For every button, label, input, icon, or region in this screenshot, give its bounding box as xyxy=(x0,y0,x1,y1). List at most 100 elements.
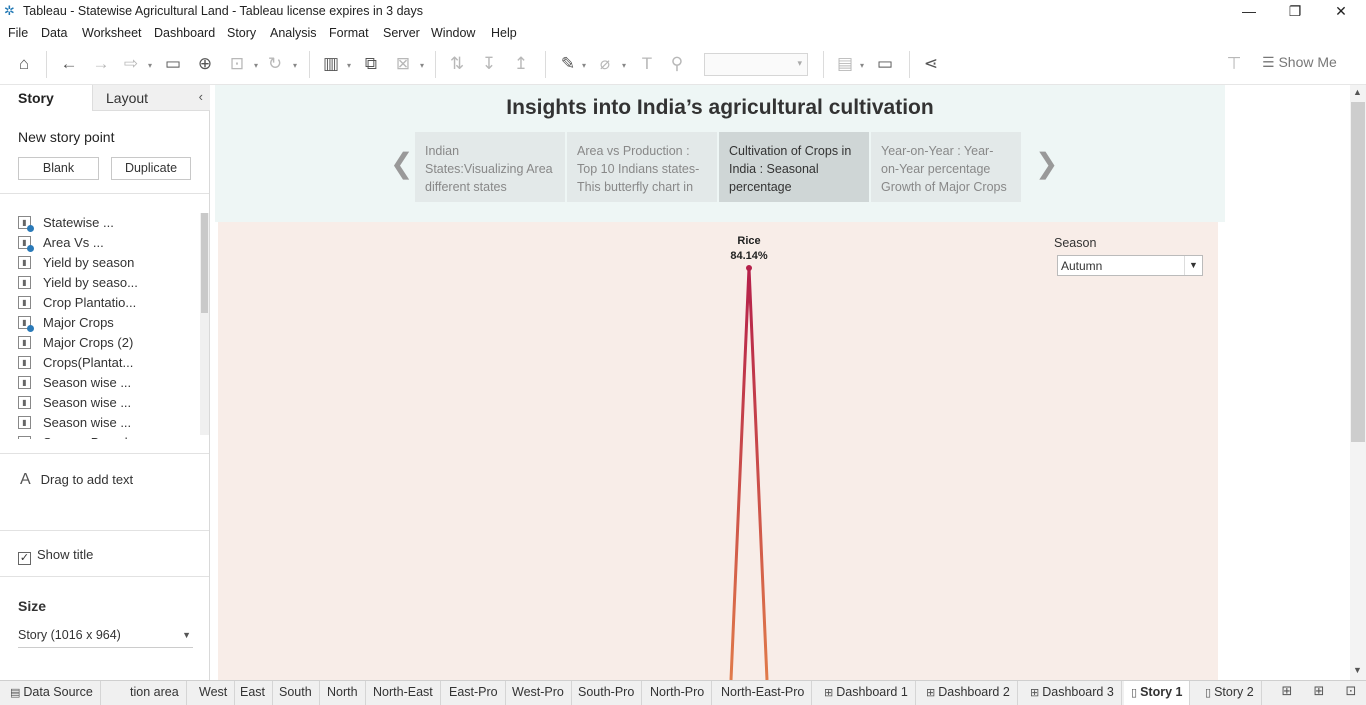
sheet-list-item[interactable]: ▮ Season Based ... xyxy=(18,433,198,439)
show-me-button[interactable]: ☰ Show Me xyxy=(1262,54,1337,71)
sheet-tab[interactable]: North-Pro xyxy=(643,681,713,705)
tab-story[interactable]: Story xyxy=(0,85,92,111)
previous-point-icon[interactable]: ❮ xyxy=(390,147,413,180)
duplicate-button[interactable]: Duplicate xyxy=(111,157,191,180)
sheet-list-scrollbar[interactable] xyxy=(200,213,209,435)
sheet-tab-label: South-Pro xyxy=(578,685,635,699)
menu-format[interactable]: Format xyxy=(329,26,369,40)
story-point-4[interactable]: Year-on-Year : Year-on-Year percentage G… xyxy=(871,132,1021,202)
undo-icon[interactable]: ← xyxy=(58,53,80,75)
sheet-tab[interactable]: East xyxy=(233,681,274,705)
sheet-tab[interactable]: East-Pro xyxy=(442,681,506,705)
fit-select[interactable] xyxy=(704,53,808,76)
menu-data[interactable]: Data xyxy=(41,26,67,40)
new-dashboard-tab-icon[interactable]: ⊞ xyxy=(1308,683,1330,703)
save-icon[interactable]: ▭ xyxy=(162,53,184,75)
new-data-source-icon[interactable]: ⊕ xyxy=(194,53,216,75)
show-mark-labels-icon[interactable]: T xyxy=(636,53,658,75)
size-value: Story (1016 x 964) xyxy=(18,628,121,642)
minimize-button[interactable]: — xyxy=(1226,0,1272,23)
sheet-list-item[interactable]: ▮ Crop Plantatio... xyxy=(18,293,198,313)
new-worksheet-icon[interactable]: ▥ xyxy=(320,53,342,75)
story-point-1[interactable]: Indian States:Visualizing Area different… xyxy=(415,132,565,202)
restore-button[interactable]: ❐ xyxy=(1272,0,1318,23)
sheet-tab[interactable]: ▯ Story 1 xyxy=(1124,681,1191,705)
sheet-list-item[interactable]: ▮ Major Crops (2) xyxy=(18,333,198,353)
presentation-mode-icon[interactable]: ▭ xyxy=(874,53,896,75)
sheet-tab[interactable]: West-Pro xyxy=(505,681,572,705)
sheet-tab[interactable]: North xyxy=(320,681,366,705)
menu-analysis[interactable]: Analysis xyxy=(270,26,317,40)
sheet-tab-label: North-East xyxy=(373,685,433,699)
drag-to-add-text[interactable]: A Drag to add text xyxy=(20,471,133,489)
story-point-3[interactable]: Cultivation of Crops in India : Seasonal… xyxy=(719,132,869,202)
story-icon: ▯ xyxy=(1131,687,1138,699)
close-button[interactable]: ✕ xyxy=(1318,0,1364,23)
scroll-thumb[interactable] xyxy=(1351,102,1365,442)
scroll-up-icon[interactable]: ▲ xyxy=(1353,87,1362,97)
sheet-list-item[interactable]: ▮ Season wise ... xyxy=(18,393,198,413)
share-icon[interactable]: ⋖ xyxy=(920,53,942,75)
menu-story[interactable]: Story xyxy=(227,26,256,40)
show-title-checkbox[interactable]: ✓ Show title xyxy=(18,547,93,565)
highlight-icon[interactable]: ✎ xyxy=(557,53,579,75)
menu-server[interactable]: Server xyxy=(383,26,420,40)
menu-window[interactable]: Window xyxy=(431,26,475,40)
sheet-list-item[interactable]: ▮ Season wise ... xyxy=(18,413,198,433)
sheet-tab[interactable]: South xyxy=(272,681,320,705)
sheet-list-item[interactable]: ▮ Crops(Plantat... xyxy=(18,353,198,373)
sheet-tab[interactable]: ▯ Story 2 xyxy=(1198,681,1262,705)
sheet-label: Yield by season xyxy=(43,255,135,270)
main-scrollbar[interactable]: ▲ ▼ xyxy=(1350,85,1366,680)
pause-updates-icon[interactable]: ⊡ xyxy=(226,53,248,75)
sort-ascending-icon[interactable]: ↧ xyxy=(478,53,500,75)
sheet-list-item[interactable]: ▮ Major Crops xyxy=(18,313,198,333)
next-point-icon[interactable]: ❯ xyxy=(1035,147,1058,180)
replay-icon[interactable]: ⇨ xyxy=(120,53,142,75)
sheet-tab[interactable]: ⊞ Dashboard 3 xyxy=(1023,681,1122,705)
story-point-2[interactable]: Area vs Production : Top 10 Indians stat… xyxy=(567,132,717,202)
scroll-down-icon[interactable]: ▼ xyxy=(1353,665,1362,675)
fix-axes-icon[interactable]: ⚲ xyxy=(666,53,688,75)
season-filter-select[interactable]: Autumn ▼ xyxy=(1057,255,1203,276)
sheet-list-item[interactable]: ▮ Statewise ... xyxy=(18,213,198,233)
tab-layout[interactable]: Layout ‹ xyxy=(92,85,210,111)
new-worksheet-tab-icon[interactable]: ⊞ xyxy=(1276,683,1298,703)
group-members-icon[interactable]: ⌀ xyxy=(594,53,616,75)
show-cards-icon[interactable]: ▤ xyxy=(834,53,856,75)
sheet-tab[interactable]: ⊞ Dashboard 2 xyxy=(919,681,1018,705)
sheet-tab[interactable]: North-East-Pro xyxy=(714,681,813,705)
refresh-icon[interactable]: ↻ xyxy=(264,53,286,75)
swap-rows-columns-icon[interactable]: ⇅ xyxy=(446,53,468,75)
worksheet-icon: ▮ xyxy=(18,256,31,269)
menu-file[interactable]: File xyxy=(8,26,28,40)
collapse-panel-icon[interactable]: ‹ xyxy=(199,89,203,104)
sheet-tab[interactable]: ▤ Data Source xyxy=(3,681,101,705)
sheet-tab[interactable]: South-Pro xyxy=(571,681,643,705)
home-icon[interactable]: ⌂ xyxy=(13,53,35,75)
sort-descending-icon[interactable]: ↥ xyxy=(510,53,532,75)
sheet-tab[interactable]: tion area xyxy=(123,681,187,705)
clear-sheet-icon[interactable]: ⊠ xyxy=(392,53,414,75)
sheet-list-item[interactable]: ▮ Yield by seaso... xyxy=(18,273,198,293)
sheet-tab[interactable]: ⊞ Dashboard 1 xyxy=(817,681,916,705)
redo-icon[interactable]: → xyxy=(90,53,112,75)
new-story-tab-icon[interactable]: ⊡ xyxy=(1340,683,1362,703)
duplicate-sheet-icon[interactable]: ⧉ xyxy=(360,53,382,75)
series-line[interactable] xyxy=(729,267,769,680)
database-icon: ▤ xyxy=(10,687,21,699)
menu-help[interactable]: Help xyxy=(491,26,517,40)
tableau-logo-icon: ✲ xyxy=(4,3,15,18)
sheet-list-item[interactable]: ▮ Yield by season xyxy=(18,253,198,273)
sheet-list-item[interactable]: ▮ Area Vs ... xyxy=(18,233,198,253)
sheet-tab[interactable]: North-East xyxy=(366,681,441,705)
size-select[interactable]: Story (1016 x 964) ▼ xyxy=(18,628,193,648)
menu-worksheet[interactable]: Worksheet xyxy=(82,26,142,40)
data-point[interactable] xyxy=(746,265,752,271)
sheet-list-item[interactable]: ▮ Season wise ... xyxy=(18,373,198,393)
sheet-label: Season wise ... xyxy=(43,395,132,410)
menu-dashboard[interactable]: Dashboard xyxy=(154,26,215,40)
format-painter-icon[interactable]: ⊤ xyxy=(1223,53,1245,75)
blank-button[interactable]: Blank xyxy=(18,157,99,180)
sheet-tab[interactable]: West xyxy=(192,681,236,705)
